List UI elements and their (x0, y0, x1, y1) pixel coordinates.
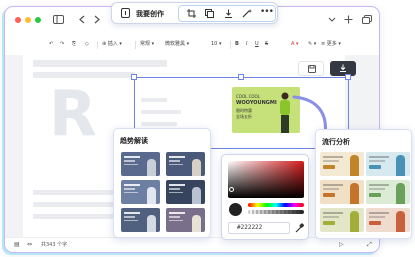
watermark-letter: R (49, 77, 97, 150)
style-card[interactable] (320, 208, 364, 232)
style-card[interactable] (320, 152, 364, 176)
text-line (33, 60, 167, 67)
banner-line-2: WOOYOUNGMI (236, 100, 277, 106)
close-window-button[interactable] (15, 17, 21, 23)
back-arrow-icon[interactable] (78, 15, 86, 24)
more-options-icon[interactable]: ••• (260, 7, 274, 17)
minimize-window-button[interactable] (25, 17, 31, 23)
resize-handle[interactable] (131, 74, 137, 80)
strikethrough-icon[interactable]: S (265, 38, 268, 50)
font-size-label: 10 (211, 41, 218, 47)
download-image-icon[interactable] (224, 9, 233, 20)
underline-icon[interactable]: U (255, 38, 259, 50)
format-painter-icon[interactable]: ⎘ (72, 38, 76, 50)
floating-toolbar: 我要创作 ••• (111, 2, 278, 24)
paragraph-style-label: 常规 (140, 41, 151, 47)
replace-image-icon[interactable] (205, 9, 214, 20)
crop-icon[interactable] (187, 9, 196, 20)
trend-thumbnail[interactable] (166, 152, 205, 176)
resize-handle[interactable] (345, 74, 351, 80)
highlight-icon[interactable]: ✎ ▾ (308, 38, 316, 50)
hex-input[interactable]: #222222 (228, 222, 290, 234)
current-color-swatch (229, 203, 242, 216)
style-card[interactable] (320, 180, 364, 204)
more-menu[interactable]: ≡ 更多 ▾ (321, 38, 341, 50)
eyedropper-icon[interactable] (295, 223, 304, 233)
download-icon (340, 64, 346, 72)
font-family-label: 微软雅黑 (165, 41, 186, 47)
paragraph-style-select[interactable]: 常规 ▾ (140, 38, 154, 50)
play-icon[interactable]: ▷ (339, 241, 344, 248)
undo-icon[interactable]: ↶ (49, 38, 53, 50)
create-button-label[interactable]: 我要创作 (136, 9, 164, 19)
banner-line-1: COOL COOL (236, 94, 260, 99)
redo-icon[interactable]: ↷ (60, 38, 64, 50)
fashion-banner-image[interactable]: COOL COOL WOOYOUNGMI 限时特惠 全场五折 (232, 87, 300, 133)
saturation-value-area[interactable] (228, 161, 304, 198)
banner-line-4: 全场五折 (236, 114, 252, 119)
new-tab-icon[interactable] (344, 15, 353, 24)
resize-handle[interactable] (238, 74, 244, 80)
format-toolbar: ↶ ↷ ⎘ ◇ ⊕ 插入 ▾ 常规 ▾ 微软雅黑 ▾ 10 ▾ B I U S … (5, 37, 379, 53)
hue-slider[interactable] (248, 203, 304, 207)
clear-format-icon[interactable]: ◇ (85, 38, 89, 50)
magic-wand-icon[interactable] (242, 9, 252, 20)
bold-icon[interactable]: B (235, 38, 239, 50)
font-size-select[interactable]: 10 ▾ (211, 38, 221, 50)
create-icon[interactable] (121, 8, 130, 20)
trend-thumbnail[interactable] (121, 208, 160, 232)
font-color-icon[interactable]: A ▾ (291, 38, 299, 50)
style-card[interactable] (366, 208, 410, 232)
outline-icon[interactable]: ▤ (14, 241, 20, 248)
insert-label: 插入 (107, 41, 118, 47)
save-button[interactable] (298, 61, 324, 76)
download-button[interactable] (330, 61, 356, 76)
chevron-down-icon[interactable] (328, 15, 336, 24)
toolbar-divider (135, 41, 136, 49)
toolbar-divider (230, 41, 231, 49)
sv-cursor[interactable] (229, 187, 234, 192)
sidebar-toggle-icon[interactable] (53, 15, 64, 24)
status-bar: ▤ ⇔ 共343 个字 ▷ ⤢ (5, 237, 379, 252)
forward-arrow-icon[interactable] (93, 15, 101, 24)
trend-thumbnail[interactable] (166, 208, 205, 232)
insert-menu[interactable]: ⊕ 插入 ▾ (102, 38, 122, 50)
toolbar-divider (97, 41, 98, 49)
popular-panel: 流行分析 (315, 129, 412, 239)
style-card[interactable] (366, 152, 410, 176)
trend-thumbnail[interactable] (121, 180, 160, 204)
color-picker: #222222 (221, 154, 309, 240)
style-card[interactable] (366, 180, 410, 204)
tab-overview-icon[interactable] (362, 15, 372, 24)
more-label: 更多 (326, 41, 337, 47)
opacity-slider[interactable] (248, 210, 304, 214)
app-stage: ↶ ↷ ⎘ ◇ ⊕ 插入 ▾ 常规 ▾ 微软雅黑 ▾ 10 ▾ B I U S … (0, 0, 415, 257)
trend-panel-title: 趋势解读 (120, 137, 148, 145)
image-tools-group: ••• (178, 5, 276, 22)
trend-thumbnail[interactable] (121, 152, 160, 176)
page-width-icon[interactable]: ⇔ (27, 241, 32, 248)
window-controls (15, 17, 41, 23)
trend-panel: 趋势解读 (113, 128, 211, 238)
word-count: 共343 个字 (41, 242, 68, 248)
trend-thumbnail[interactable] (166, 180, 205, 204)
popular-panel-title: 流行分析 (322, 138, 350, 146)
maximize-window-button[interactable] (35, 17, 41, 23)
font-family-select[interactable]: 微软雅黑 ▾ (165, 38, 189, 50)
fullscreen-icon[interactable]: ⤢ (367, 241, 372, 249)
italic-icon[interactable]: I (246, 38, 247, 50)
save-icon (308, 65, 316, 73)
